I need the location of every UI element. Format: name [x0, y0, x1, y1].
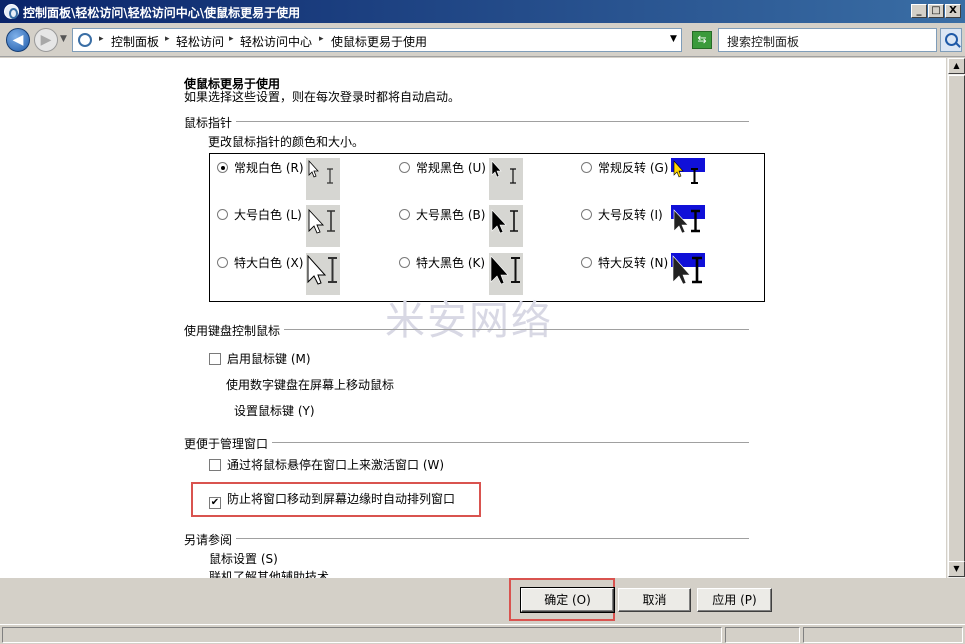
radio-indicator[interactable]	[581, 162, 592, 173]
checkbox-indicator[interactable]	[209, 353, 221, 365]
radio-regular-black[interactable]: 常规黑色 (U)	[399, 159, 486, 176]
radio-indicator[interactable]	[217, 257, 228, 268]
checkbox-indicator[interactable]	[209, 459, 221, 471]
scroll-down-icon[interactable]: ▼	[948, 561, 965, 577]
control-panel-icon	[4, 4, 19, 19]
option-label: 常规黑色 (U)	[416, 161, 486, 175]
breadcrumb-ease-of-access[interactable]: 轻松访问	[176, 33, 224, 50]
status-segment	[2, 627, 722, 643]
checkbox-indicator[interactable]: ✔	[209, 497, 221, 509]
option-label: 大号黑色 (B)	[416, 208, 486, 222]
control-panel-icon	[78, 33, 92, 47]
option-label: 大号反转 (I)	[598, 208, 663, 222]
mouse-keys-description: 使用数字键盘在屏幕上移动鼠标	[226, 378, 395, 392]
address-dropdown-icon[interactable]: ▼	[670, 34, 677, 44]
status-bar	[0, 624, 965, 644]
pointer-preview-large-white	[306, 205, 340, 247]
checkbox-label: 防止将窗口移动到屏幕边缘时自动排列窗口	[227, 492, 456, 506]
window-title: 控制面板\轻松访问\轻松访问中心\使鼠标更易于使用	[23, 6, 301, 20]
radio-regular-inverted[interactable]: 常规反转 (G)	[581, 159, 668, 176]
section-divider	[184, 538, 749, 539]
breadcrumb-separator[interactable]: ▸	[229, 34, 234, 44]
section-title: 另请参阅	[184, 533, 237, 547]
search-icon[interactable]	[940, 28, 962, 52]
radio-indicator[interactable]	[217, 162, 228, 173]
more-assistive-tech-link[interactable]: 联机了解其他辅助技术	[209, 568, 329, 578]
option-label: 大号白色 (L)	[234, 208, 302, 222]
radio-extra-large-inverted[interactable]: 特大反转 (N)	[581, 254, 668, 271]
minimize-button[interactable]: _	[911, 4, 927, 18]
setup-mouse-keys-link[interactable]: 设置鼠标键 (Y)	[234, 402, 315, 419]
section-keyboard-mouse: 使用键盘控制鼠标	[184, 322, 749, 339]
radio-extra-large-black[interactable]: 特大黑色 (K)	[399, 254, 485, 271]
section-window-management: 更便于管理窗口	[184, 435, 749, 452]
radio-large-black[interactable]: 大号黑色 (B)	[399, 206, 485, 223]
pointer-preview-large-inverted	[671, 205, 705, 247]
section-title: 更便于管理窗口	[184, 437, 273, 451]
pointer-preview-regular-black	[489, 158, 523, 200]
cancel-button[interactable]: 取消	[618, 588, 691, 612]
radio-extra-large-white[interactable]: 特大白色 (X)	[217, 254, 303, 271]
title-bar: 控制面板\轻松访问\轻松访问中心\使鼠标更易于使用 _ □ X	[0, 0, 965, 23]
pointer-preview-extra-large-inverted	[671, 253, 705, 295]
option-label: 特大黑色 (K)	[416, 256, 486, 270]
close-button[interactable]: X	[945, 4, 961, 18]
option-label: 特大白色 (X)	[234, 256, 304, 270]
search-input[interactable]: 搜索控制面板	[718, 28, 937, 52]
pointer-scheme-box: 常规白色 (R) 常规黑色 (U) 常规反转 (G) 大号白色 (L) 大号黑色…	[209, 153, 765, 302]
page-description: 如果选择这些设置，则在每次登录时都将自动启动。	[184, 90, 461, 104]
option-label: 常规反转 (G)	[598, 161, 669, 175]
checkbox-label: 启用鼠标键 (M)	[227, 352, 311, 366]
scroll-up-icon[interactable]: ▲	[948, 58, 965, 74]
refresh-icon[interactable]: ⇆	[692, 31, 712, 49]
radio-large-inverted[interactable]: 大号反转 (I)	[581, 206, 663, 223]
recent-pages-dropdown[interactable]: ▼	[60, 34, 67, 44]
pointer-preview-regular-white	[306, 158, 340, 200]
pointer-preview-extra-large-white	[306, 253, 340, 295]
checkbox-prevent-snap[interactable]: ✔ 防止将窗口移动到屏幕边缘时自动排列窗口	[209, 490, 455, 509]
radio-regular-white[interactable]: 常规白色 (R)	[217, 159, 304, 176]
section-title: 鼠标指针	[184, 116, 237, 130]
radio-indicator[interactable]	[581, 257, 592, 268]
option-label: 常规白色 (R)	[234, 161, 304, 175]
breadcrumb-separator[interactable]: ▸	[165, 34, 170, 44]
breadcrumb-ease-of-access-center[interactable]: 轻松访问中心	[240, 33, 312, 50]
breadcrumb-current-page[interactable]: 使鼠标更易于使用	[331, 33, 427, 50]
maximize-button[interactable]: □	[928, 4, 944, 18]
address-bar[interactable]: ▸ 控制面板 ▸ 轻松访问 ▸ 轻松访问中心 ▸ 使鼠标更易于使用	[72, 28, 682, 52]
checkbox-hover-activate[interactable]: 通过将鼠标悬停在窗口上来激活窗口 (W)	[209, 456, 444, 473]
radio-indicator[interactable]	[399, 257, 410, 268]
navigation-bar: ◀ ▶ ▼ ▸ 控制面板 ▸ 轻松访问 ▸ 轻松访问中心 ▸ 使鼠标更易于使用 …	[0, 23, 965, 57]
checkbox-label: 通过将鼠标悬停在窗口上来激活窗口 (W)	[227, 458, 445, 472]
watermark: 米安网络	[385, 298, 553, 344]
vertical-scrollbar[interactable]: ▲ ▼	[946, 58, 965, 578]
mouse-settings-link[interactable]: 鼠标设置 (S)	[209, 550, 278, 567]
pointer-preview-large-black	[489, 205, 523, 247]
radio-indicator[interactable]	[399, 162, 410, 173]
status-segment	[725, 627, 800, 643]
section-divider	[184, 121, 749, 122]
ok-button[interactable]: 确定 (O)	[520, 587, 615, 613]
breadcrumb-separator[interactable]: ▸	[319, 34, 324, 44]
pointer-preview-regular-inverted	[671, 158, 705, 200]
breadcrumb-control-panel[interactable]: 控制面板	[111, 33, 159, 50]
content-pane: 使鼠标更易于使用 如果选择这些设置，则在每次登录时都将自动启动。 鼠标指针 更改…	[0, 58, 946, 578]
option-label: 特大反转 (N)	[598, 256, 669, 270]
section-subtitle: 更改鼠标指针的颜色和大小。	[208, 135, 365, 149]
section-mouse-pointers: 鼠标指针	[184, 114, 749, 131]
section-title: 使用键盘控制鼠标	[184, 324, 285, 338]
section-see-also: 另请参阅	[184, 531, 749, 548]
status-segment	[803, 627, 963, 643]
radio-large-white[interactable]: 大号白色 (L)	[217, 206, 302, 223]
radio-indicator[interactable]	[581, 209, 592, 220]
breadcrumb-separator[interactable]: ▸	[99, 34, 104, 44]
back-button[interactable]: ◀	[6, 28, 30, 52]
scrollbar-thumb[interactable]	[948, 75, 965, 575]
apply-button[interactable]: 应用 (P)	[697, 588, 772, 612]
checkbox-mouse-keys[interactable]: 启用鼠标键 (M)	[209, 350, 311, 367]
radio-indicator[interactable]	[399, 209, 410, 220]
radio-indicator[interactable]	[217, 209, 228, 220]
forward-button[interactable]: ▶	[34, 28, 58, 52]
